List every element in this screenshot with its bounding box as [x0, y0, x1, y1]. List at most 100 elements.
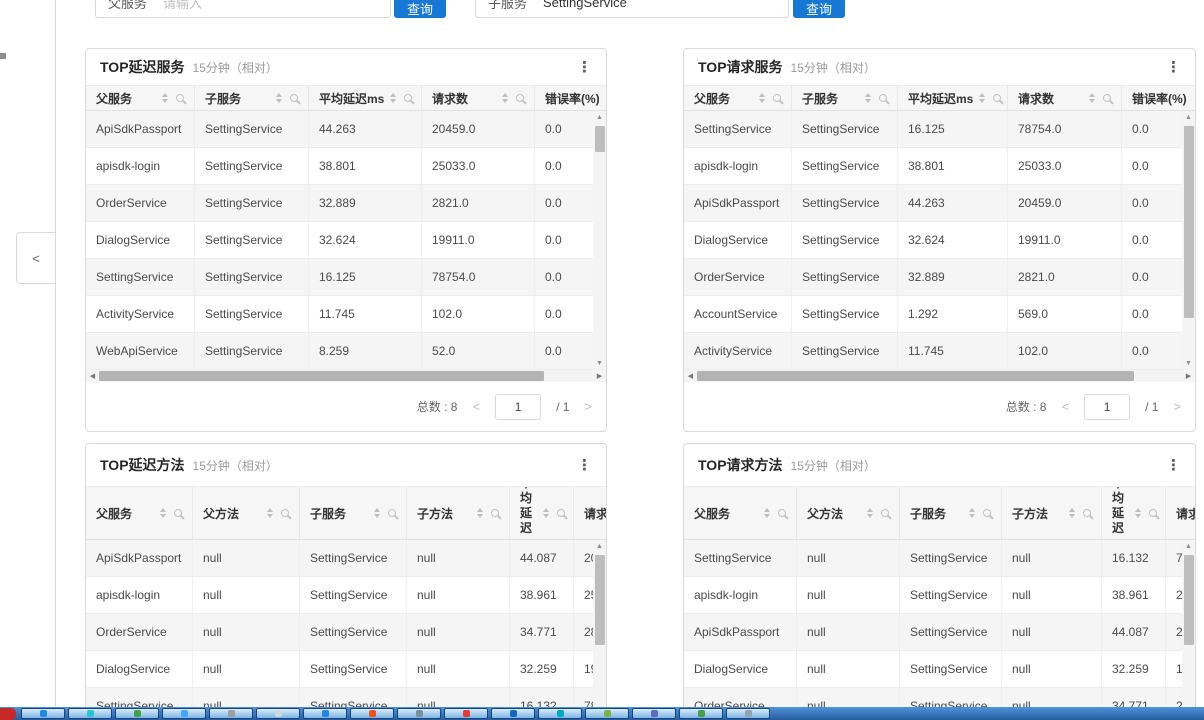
table-row[interactable]: WebApiServiceSettingService8.25952.00.0 — [86, 333, 606, 370]
sort-icon[interactable] — [160, 508, 166, 518]
column-search-icon[interactable] — [388, 509, 396, 517]
column-search-icon[interactable] — [516, 94, 524, 102]
table-row[interactable]: ApiSdkPassportSettingService44.26320459.… — [684, 185, 1195, 222]
column-search-icon[interactable] — [778, 509, 786, 517]
taskbar-app-button[interactable] — [585, 708, 629, 719]
scroll-left-icon[interactable]: ◀ — [684, 372, 697, 380]
table-row[interactable]: ApiSdkPassportnullSettingServicenull44.0… — [684, 614, 1195, 651]
more-menu-icon[interactable] — [577, 458, 592, 473]
table-row[interactable]: OrderServiceSettingService32.8892821.00.… — [684, 259, 1195, 296]
taskbar-app-button[interactable] — [444, 708, 488, 719]
sort-icon[interactable] — [979, 93, 985, 103]
column-header[interactable]: 父服务 — [684, 86, 791, 110]
scroll-up-icon[interactable]: ▲ — [593, 111, 606, 124]
column-header[interactable]: 父服务 — [684, 487, 796, 539]
taskbar-app-button[interactable] — [397, 708, 441, 719]
taskbar-app-button[interactable] — [68, 708, 112, 719]
column-header[interactable]: 父服务 — [86, 86, 194, 110]
table-row[interactable]: apisdk-loginSettingService38.80125033.00… — [86, 148, 606, 185]
vertical-scrollbar[interactable]: ▲ ▼ — [593, 111, 606, 370]
table-row[interactable]: DialogServiceSettingService32.62419911.0… — [86, 222, 606, 259]
column-search-icon[interactable] — [176, 94, 184, 102]
column-header[interactable]: 平均延迟ms — [509, 487, 573, 539]
sort-icon[interactable] — [276, 93, 282, 103]
table-row[interactable]: ActivityServiceSettingService11.745102.0… — [684, 333, 1195, 370]
sort-icon[interactable] — [502, 93, 508, 103]
column-header[interactable]: 子服务 — [299, 487, 406, 539]
next-page-button[interactable]: > — [1173, 399, 1181, 414]
column-search-icon[interactable] — [174, 509, 182, 517]
column-search-icon[interactable] — [879, 94, 887, 102]
scroll-down-icon[interactable]: ▼ — [593, 357, 606, 370]
column-search-icon[interactable] — [281, 509, 289, 517]
sort-icon[interactable] — [1089, 93, 1095, 103]
column-search-icon[interactable] — [993, 94, 1001, 102]
column-search-icon[interactable] — [881, 509, 889, 517]
prev-page-button[interactable]: < — [1061, 399, 1069, 414]
horizontal-scrollbar[interactable]: ◀ ▶ — [86, 370, 606, 382]
parent-service-input[interactable]: 父服务 请输入 — [95, 0, 391, 18]
column-header[interactable]: 父方法 — [796, 487, 899, 539]
column-header[interactable]: 错误率(%) — [534, 86, 606, 110]
scroll-down-icon[interactable]: ▼ — [1182, 357, 1195, 370]
parent-query-button[interactable]: 查询 — [394, 0, 446, 18]
sort-icon[interactable] — [162, 93, 168, 103]
taskbar-app-button[interactable] — [256, 708, 300, 719]
table-row[interactable]: apisdk-loginnullSettingServicenull38.961… — [684, 577, 1195, 614]
sort-icon[interactable] — [390, 93, 396, 103]
table-row[interactable]: ApiSdkPassportnullSettingServicenull44.0… — [86, 540, 606, 577]
table-row[interactable]: OrderServicenullSettingServicenull34.771… — [86, 614, 606, 651]
column-header[interactable]: 错误率(%) — [1121, 86, 1193, 110]
taskbar-app-button[interactable] — [115, 708, 159, 719]
column-search-icon[interactable] — [557, 509, 565, 517]
table-row[interactable]: DialogServiceSettingService32.62419911.0… — [684, 222, 1195, 259]
column-search-icon[interactable] — [983, 509, 991, 517]
sort-icon[interactable] — [543, 508, 549, 518]
column-header[interactable]: 子服务 — [791, 86, 897, 110]
column-search-icon[interactable] — [1103, 94, 1111, 102]
scrollbar-thumb[interactable] — [595, 555, 605, 645]
scroll-right-icon[interactable]: ▶ — [1182, 372, 1195, 380]
column-header[interactable]: 请求数 — [421, 86, 534, 110]
hscrollbar-thumb[interactable] — [99, 371, 544, 381]
sort-icon[interactable] — [759, 93, 765, 103]
scroll-left-icon[interactable]: ◀ — [86, 372, 99, 380]
horizontal-scrollbar[interactable]: ◀ ▶ — [684, 370, 1195, 382]
scroll-up-icon[interactable]: ▲ — [593, 540, 606, 553]
table-row[interactable]: apisdk-loginnullSettingServicenull38.961… — [86, 577, 606, 614]
vertical-scrollbar[interactable]: ▲ ▼ — [1182, 111, 1195, 370]
sort-icon[interactable] — [1135, 508, 1141, 518]
table-row[interactable]: ApiSdkPassportSettingService44.26320459.… — [86, 111, 606, 148]
page-input[interactable] — [495, 394, 541, 420]
scrollbar-thumb[interactable] — [1184, 555, 1194, 645]
sort-icon[interactable] — [865, 93, 871, 103]
column-header[interactable]: 子服务 — [899, 487, 1001, 539]
scroll-up-icon[interactable]: ▲ — [1182, 540, 1195, 553]
sort-icon[interactable] — [477, 508, 483, 518]
taskbar-app-button[interactable] — [303, 708, 347, 719]
sort-icon[interactable] — [969, 508, 975, 518]
scrollbar-thumb[interactable] — [1184, 126, 1194, 318]
column-header[interactable]: 子方法 — [406, 487, 509, 539]
sidebar-collapse-button[interactable]: < — [16, 232, 56, 284]
column-header[interactable]: 平均延迟ms — [1101, 487, 1165, 539]
column-header[interactable]: 平均延迟ms — [897, 86, 1007, 110]
sort-icon[interactable] — [374, 508, 380, 518]
taskbar-app-button[interactable] — [726, 708, 770, 719]
taskbar-app-button[interactable] — [350, 708, 394, 719]
sort-icon[interactable] — [1069, 508, 1075, 518]
more-menu-icon[interactable] — [577, 60, 592, 75]
scroll-up-icon[interactable]: ▲ — [1182, 111, 1195, 124]
table-row[interactable]: AccountServiceSettingService1.292569.00.… — [684, 296, 1195, 333]
column-header[interactable]: 请求数 — [1165, 487, 1195, 539]
column-header[interactable]: 平均延迟ms — [308, 86, 421, 110]
column-header[interactable]: 子方法 — [1001, 487, 1101, 539]
column-header[interactable]: 父服务 — [86, 487, 192, 539]
column-header[interactable]: 父方法 — [192, 487, 299, 539]
table-row[interactable]: SettingServiceSettingService16.12578754.… — [86, 259, 606, 296]
column-search-icon[interactable] — [773, 94, 781, 102]
sort-icon[interactable] — [764, 508, 770, 518]
taskbar-app-button[interactable] — [21, 708, 65, 719]
taskbar-app-button[interactable] — [162, 708, 206, 719]
column-search-icon[interactable] — [1149, 509, 1157, 517]
